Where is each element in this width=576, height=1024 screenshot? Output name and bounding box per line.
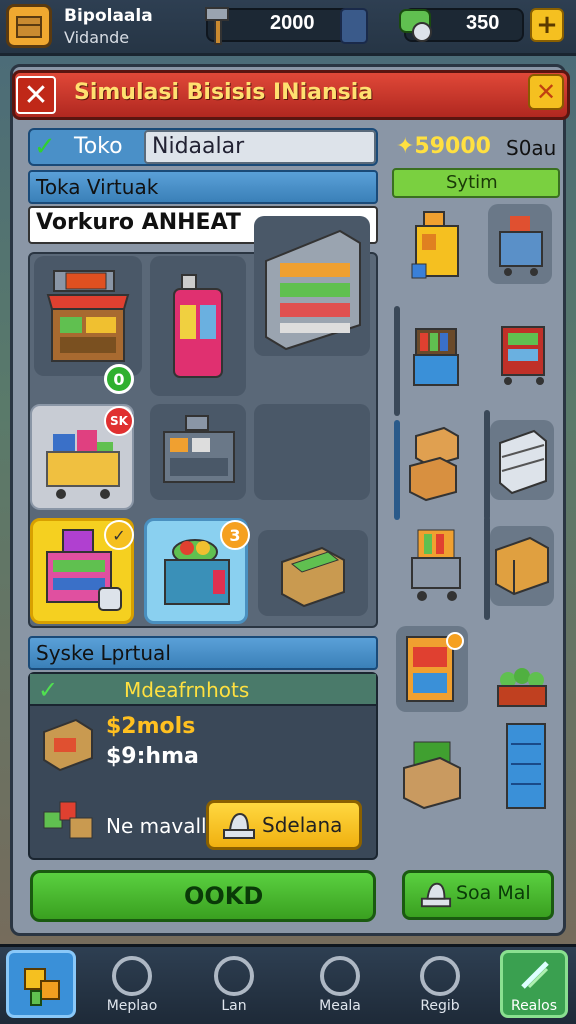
coin-balance-label: S0au xyxy=(506,136,557,160)
nav-label: Regib xyxy=(420,998,460,1014)
add-currency-button[interactable]: + xyxy=(530,8,564,42)
nav-item-lan[interactable]: Lan xyxy=(194,950,274,1020)
side-item-kiosk[interactable] xyxy=(396,626,468,712)
check-icon: ✓ xyxy=(34,132,56,162)
side-item-display[interactable] xyxy=(404,316,468,396)
side-item-box-large[interactable] xyxy=(490,526,554,606)
gems-value: 350 xyxy=(466,12,500,34)
expand-icon[interactable]: ✕ xyxy=(528,74,564,110)
tab-toko[interactable]: Toko xyxy=(74,134,123,159)
register-counter-icon xyxy=(163,415,235,483)
yellow-locker-icon xyxy=(411,211,459,279)
store-search-value: Vorkuro ANHEAT xyxy=(36,210,241,235)
item-badge: SK xyxy=(104,406,134,436)
nav-item-meala[interactable]: Meala xyxy=(300,950,380,1020)
store-item-market-stall[interactable] xyxy=(34,256,142,376)
nav-item-meplao[interactable]: Meplao xyxy=(92,950,172,1020)
player-subtitle: Vidande xyxy=(64,28,130,47)
store-item-register[interactable] xyxy=(150,404,246,500)
rack-divider xyxy=(394,420,400,520)
produce-crate-icon xyxy=(497,668,547,707)
side-item-boxes[interactable] xyxy=(404,422,468,502)
drinks-display-icon xyxy=(413,328,459,386)
manual-label: Ne mavall xyxy=(106,814,207,838)
nav-label: Realos xyxy=(510,998,558,1014)
hand-icon xyxy=(223,812,255,839)
side-item-veg-crate[interactable] xyxy=(400,732,464,812)
red-shelf-icon xyxy=(501,326,545,385)
nav-label: Lan xyxy=(221,998,247,1014)
item-badge: 3 xyxy=(220,520,250,550)
market-stall-icon xyxy=(46,270,130,362)
store-item-shelf[interactable] xyxy=(254,216,370,356)
cardboard-box-icon xyxy=(495,536,549,596)
bottom-nav xyxy=(0,944,576,1024)
store-header-label: Toka Virtuak xyxy=(36,175,159,199)
crate-icon xyxy=(43,718,93,772)
search-icon xyxy=(214,956,254,996)
metal-rack-icon xyxy=(499,429,547,495)
system-tab-label: Sytim xyxy=(446,172,498,193)
home-blocks-icon xyxy=(24,968,60,1006)
search-icon xyxy=(112,956,152,996)
side-action-label: Soa Mal xyxy=(456,882,531,904)
vending-machine-icon xyxy=(173,274,223,378)
blue-cart-icon xyxy=(499,216,543,276)
circle-icon xyxy=(320,956,360,996)
player-avatar[interactable] xyxy=(6,4,52,48)
crate-icon xyxy=(16,16,42,38)
small-cart-icon xyxy=(411,529,461,601)
hammer-icon xyxy=(205,7,229,45)
coins-slot-button[interactable] xyxy=(340,8,368,44)
side-item-cart-small[interactable] xyxy=(404,524,468,604)
shelf-icon xyxy=(265,229,361,351)
player-name: Bipolaala xyxy=(64,6,153,26)
goods-pile-icon xyxy=(43,801,93,839)
system-header-label: Syske Lprtual xyxy=(36,641,171,665)
coin-balance: ✦59000 xyxy=(396,134,491,159)
store-item-vending[interactable] xyxy=(150,256,246,396)
system-panel-title: Mdeafrnhots xyxy=(124,678,250,702)
side-item-shelf-red[interactable] xyxy=(492,314,556,394)
close-button[interactable]: ✕ xyxy=(16,76,56,114)
check-icon: ✓ xyxy=(38,676,59,704)
manual-button-label: Sdelana xyxy=(262,813,343,837)
cash-roll-icon xyxy=(399,9,432,42)
item-badge: 0 xyxy=(104,364,134,394)
ok-button-label: OOKD xyxy=(184,882,264,910)
price-secondary: $9:hma xyxy=(106,744,199,769)
side-item-metal-rack[interactable] xyxy=(490,420,554,500)
side-item-locker[interactable] xyxy=(404,206,468,286)
price-primary: $2mols xyxy=(106,714,196,739)
vegetable-crate-icon xyxy=(403,741,461,810)
nav-item-regib[interactable]: Regib xyxy=(400,950,480,1020)
nav-label: Meplao xyxy=(106,998,158,1014)
circle-slash-icon xyxy=(420,956,460,996)
fridge-icon xyxy=(506,723,546,809)
cash-box-icon xyxy=(281,546,345,608)
dialog-title: Simulasi Bisisis INiansia xyxy=(74,80,374,105)
item-badge: ✓ xyxy=(104,520,134,550)
hand-icon xyxy=(420,882,452,908)
nav-label: Meala xyxy=(319,998,361,1014)
kiosk-icon xyxy=(406,632,464,702)
side-item-cart[interactable] xyxy=(488,204,552,284)
store-item-cash-box[interactable] xyxy=(258,530,368,616)
paint-icon xyxy=(521,961,549,989)
coins-value: 2000 xyxy=(270,12,315,34)
side-item-fridge[interactable] xyxy=(494,718,558,814)
tab-field-value: Nidaalar xyxy=(152,134,245,159)
store-item-empty[interactable] xyxy=(254,404,370,500)
nav-home[interactable] xyxy=(6,950,76,1018)
boxes-icon xyxy=(409,426,459,502)
rack-divider xyxy=(394,306,400,416)
